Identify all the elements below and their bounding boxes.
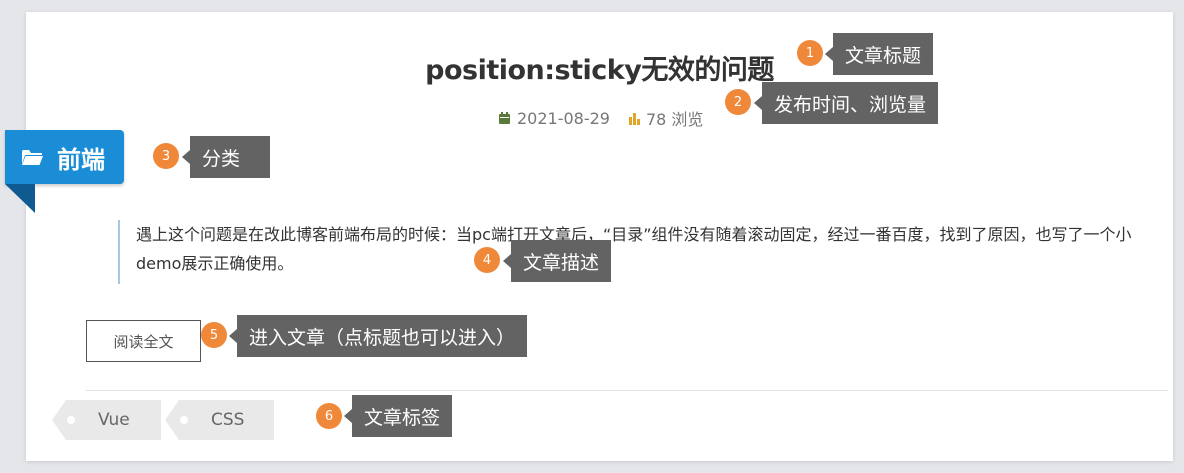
category-ribbon[interactable]: 前端 (5, 130, 124, 184)
read-more-button[interactable]: 阅读全文 (86, 320, 201, 362)
calendar-icon (499, 111, 510, 124)
annotation-callout-4: 文章描述 (502, 240, 612, 282)
tag-hole (67, 416, 75, 424)
folder-open-icon (22, 150, 43, 165)
divider (86, 390, 1168, 391)
annotation-callout-1: 文章标题 (824, 33, 934, 75)
annotation-badge-4: 4 (474, 247, 500, 273)
tag-label: CSS (211, 410, 245, 430)
annotation-badge-6: 6 (316, 403, 342, 429)
tag-hole (180, 416, 188, 424)
tag-list: Vue CSS (52, 400, 278, 440)
annotation-badge-1: 1 (797, 40, 823, 66)
article-description: 遇上这个问题是在改此博客前端布局的时候：当pc端打开文章后，“目录”组件没有随着… (118, 220, 1152, 284)
annotation-callout-3: 分类 (182, 136, 270, 178)
publish-date: 2021-08-29 (517, 108, 610, 128)
annotation-badge-2: 2 (725, 89, 751, 115)
article-meta: 2021-08-29 78 浏览 (498, 106, 703, 130)
annotation-badge-3: 3 (153, 143, 179, 169)
tag-css[interactable]: CSS (165, 400, 274, 440)
article-card: position:sticky无效的问题 2021-08-29 78 浏览 遇上… (26, 12, 1173, 461)
article-title[interactable]: position:sticky无效的问题 (26, 48, 1173, 87)
tag-label: Vue (98, 410, 130, 430)
view-count: 78 浏览 (645, 110, 704, 129)
tag-vue[interactable]: Vue (52, 400, 161, 440)
annotation-callout-5: 进入文章（点标题也可以进入） (228, 315, 528, 357)
ribbon-fold (5, 184, 35, 213)
annotation-callout-2: 发布时间、浏览量 (753, 82, 939, 124)
bar-chart-icon (628, 112, 640, 125)
annotation-callout-6: 文章标签 (343, 395, 453, 437)
category-label: 前端 (57, 145, 105, 174)
annotation-badge-5: 5 (201, 322, 227, 348)
